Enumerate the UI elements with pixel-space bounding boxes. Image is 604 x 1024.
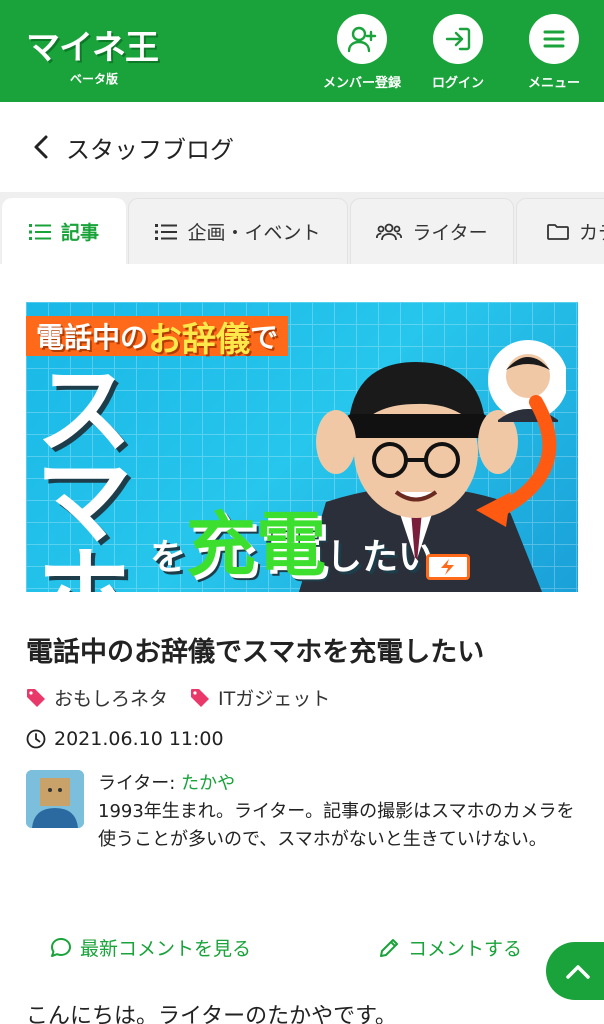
latest-comments-link[interactable]: 最新コメントを見る [50, 934, 251, 961]
hero-banner: 電話中の お辞儀 で [26, 316, 289, 360]
curved-arrow-icon [476, 395, 557, 527]
member-register-button[interactable]: メンバー登録 [312, 14, 412, 96]
author-name-link[interactable]: たかや [181, 773, 235, 794]
breadcrumb: スタッフブログ [0, 102, 604, 192]
hero-bottom-text-3: したい [326, 537, 435, 578]
hero-banner-text-3: で [250, 321, 279, 354]
tab-writers[interactable]: ライター [350, 198, 514, 264]
hero-big-text: スマホ [36, 355, 132, 592]
hero-bottom-text-1: を [150, 537, 187, 578]
tab-bar: 記事 企画・イベント ライター カテ [0, 192, 604, 264]
users-icon [376, 223, 403, 240]
article-intro-text: こんにちは。ライターのたかやです。 [26, 1004, 397, 1024]
battery-charging-icon [426, 554, 470, 580]
comment-actions: 最新コメントを見る コメントする [0, 928, 604, 968]
tag-link[interactable]: ITガジェット [190, 684, 330, 711]
add-user-icon [337, 14, 387, 64]
author-prefix: ライター: [98, 773, 182, 794]
author-line: ライター: たかや [98, 770, 578, 798]
clock-icon [26, 729, 46, 749]
hero-banner-text-1: 電話中の [36, 321, 149, 354]
tab-label: カテ [579, 222, 604, 244]
author-bio: 1993年生まれ。ライター。記事の撮影はスマホのカメラを使うことが多いので、スマ… [98, 801, 575, 850]
tab-events[interactable]: 企画・イベント [128, 198, 348, 264]
latest-comments-label: 最新コメントを見る [80, 938, 252, 960]
tab-label: ライター [412, 222, 488, 244]
list-icon [155, 223, 178, 240]
hero-banner-text-2: お辞儀 [148, 319, 251, 360]
chevron-left-icon[interactable] [30, 132, 54, 162]
login-button[interactable]: ログイン [408, 14, 508, 96]
register-label: メンバー登録 [322, 76, 401, 91]
tab-label: 記事 [60, 222, 99, 244]
article-tags: おもしろネタ ITガジェット [26, 684, 352, 711]
article-date: 2021.06.10 11:00 [26, 728, 224, 750]
tag-link[interactable]: おもしろネタ [26, 684, 168, 711]
hamburger-icon [529, 14, 579, 64]
hero-bottom-text-2: 充電 [186, 504, 327, 586]
chevron-up-icon [566, 965, 590, 979]
article-content: 電話中の お辞儀 で スマホ を 充電 したい 電話中のお辞儀でスマホを充電した… [0, 264, 604, 1024]
site-header: マイネ王 ベータ版 メンバー登録 ログイン メニュー [0, 0, 604, 102]
tag-label: ITガジェット [218, 688, 331, 710]
list-icon [28, 223, 51, 240]
article-date-text: 2021.06.10 11:00 [54, 728, 224, 750]
write-comment-link[interactable]: コメントする [378, 934, 522, 961]
tab-categories[interactable]: カテ [516, 198, 604, 264]
menu-label: メニュー [527, 76, 580, 91]
page-title[interactable]: スタッフブログ [66, 130, 234, 165]
tab-articles[interactable]: 記事 [2, 198, 126, 264]
avatar[interactable] [26, 770, 84, 828]
hero-bottom-text: を 充電 したい [150, 510, 434, 580]
folder-icon [547, 223, 569, 240]
pencil-icon [380, 938, 398, 957]
tab-label: 企画・イベント [187, 222, 321, 244]
write-comment-label: コメントする [408, 938, 523, 960]
tag-label: おもしろネタ [54, 688, 169, 710]
menu-button[interactable]: メニュー [504, 14, 604, 96]
login-icon [433, 14, 483, 64]
logo-subtitle: ベータ版 [70, 72, 119, 86]
tag-icon [191, 688, 210, 707]
article-title: 電話中のお辞儀でスマホを充電したい [26, 637, 485, 668]
article-hero-image[interactable]: 電話中の お辞儀 で スマホ を 充電 したい [26, 302, 578, 592]
site-logo[interactable]: マイネ王 ベータ版 [26, 20, 166, 90]
tag-icon [27, 688, 45, 707]
login-label: ログイン [431, 76, 484, 91]
author-meta: ライター: たかや 1993年生まれ。ライター。記事の撮影はスマホのカメラを使う… [98, 770, 578, 854]
scroll-to-top-button[interactable] [546, 942, 604, 1000]
logo-text: マイネ王 [26, 28, 159, 68]
chat-bubble-icon [51, 937, 71, 957]
